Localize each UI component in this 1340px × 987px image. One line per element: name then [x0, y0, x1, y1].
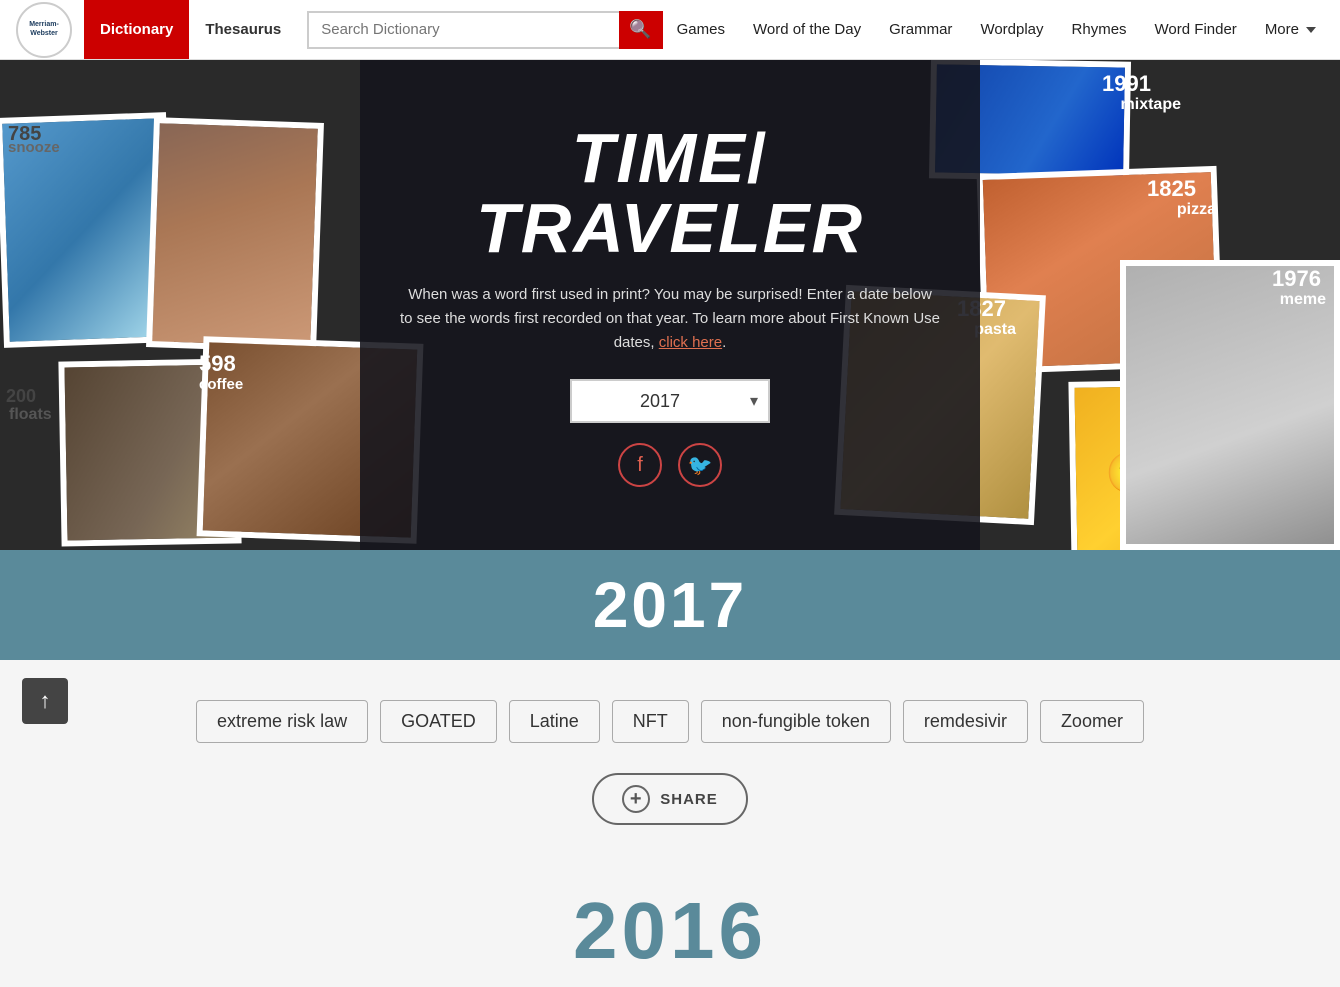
nav-link-wordplay[interactable]: Wordplay — [966, 0, 1057, 60]
nav-link-word-finder[interactable]: Word Finder — [1141, 0, 1251, 60]
hero-title: TIME/ TRAVELER — [476, 123, 864, 263]
share-plus-icon: + — [622, 785, 650, 813]
word-pill[interactable]: Latine — [509, 700, 600, 743]
logo-text-line1: Merriam- — [29, 21, 59, 29]
nav-link-games[interactable]: Games — [663, 0, 739, 60]
social-icons: f 🐦 — [618, 443, 722, 487]
share-label: SHARE — [660, 791, 718, 808]
twitter-icon: 🐦 — [688, 453, 713, 478]
hero-title-line1: TIME/ — [476, 123, 864, 193]
label-coffee: coffee — [195, 375, 247, 394]
navbar: Merriam- Webster Dictionary Thesaurus 🔍 … — [0, 0, 1340, 60]
year-teaser: 2016 — [0, 865, 1340, 987]
scroll-to-top-button[interactable]: ↑ — [22, 678, 68, 724]
label-floats: floats — [5, 405, 56, 425]
click-here-link[interactable]: click here — [659, 334, 722, 351]
label-meme: meme — [1276, 290, 1330, 310]
word-pills: extreme risk law GOATED Latine NFT non-f… — [196, 700, 1144, 743]
year-teaser-label: 2016 — [573, 886, 767, 975]
label-1825: 1825 — [1143, 175, 1200, 203]
word-pills-section: extreme risk law GOATED Latine NFT non-f… — [0, 660, 1340, 865]
tab-dictionary[interactable]: Dictionary — [84, 0, 189, 59]
logo-text-line2: Webster — [30, 30, 58, 38]
facebook-share-button[interactable]: f — [618, 443, 662, 487]
chevron-down-icon — [1306, 27, 1316, 33]
word-pill[interactable]: Zoomer — [1040, 700, 1144, 743]
label-snooze: snooze — [4, 138, 64, 157]
word-pill[interactable]: GOATED — [380, 700, 497, 743]
year-band-label: 2017 — [593, 569, 747, 641]
hero-center: TIME/ TRAVELER When was a word first use… — [360, 60, 980, 550]
word-pill[interactable]: NFT — [612, 700, 689, 743]
search-input[interactable] — [307, 11, 618, 49]
tab-thesaurus[interactable]: Thesaurus — [189, 0, 297, 59]
logo[interactable]: Merriam- Webster — [10, 0, 78, 60]
scroll-up-icon: ↑ — [40, 688, 51, 714]
year-band: 2017 — [0, 550, 1340, 660]
nav-link-rhymes[interactable]: Rhymes — [1058, 0, 1141, 60]
search-wrap: 🔍 — [307, 11, 662, 49]
label-mixtape: mixtape — [1117, 95, 1185, 115]
nav-link-grammar[interactable]: Grammar — [875, 0, 966, 60]
label-598: 598 — [195, 350, 240, 378]
year-select[interactable]: 2017 2016 2015 2014 2013 2012 2011 2010 … — [570, 379, 770, 423]
label-1991: 1991 — [1098, 70, 1155, 98]
facebook-icon: f — [637, 454, 643, 477]
word-pill[interactable]: non-fungible token — [701, 700, 891, 743]
hero-description: When was a word first used in print? You… — [400, 283, 940, 355]
photo-girl — [146, 117, 324, 353]
word-pill[interactable]: remdesivir — [903, 700, 1028, 743]
word-pill[interactable]: extreme risk law — [196, 700, 368, 743]
more-label: More — [1265, 21, 1299, 38]
label-1976: 1976 — [1268, 265, 1325, 293]
share-button[interactable]: + SHARE — [592, 773, 748, 825]
nav-link-more[interactable]: More — [1251, 0, 1330, 60]
search-button[interactable]: 🔍 — [619, 11, 663, 49]
logo-circle: Merriam- Webster — [16, 2, 72, 58]
nav-links: Games Word of the Day Grammar Wordplay R… — [663, 0, 1330, 60]
hero-section: 😮😍😂 785 snooze 200 floats 598 coffee 199… — [0, 60, 1340, 550]
year-select-wrap: 2017 2016 2015 2014 2013 2012 2011 2010 … — [570, 379, 770, 423]
hero-title-line2: TRAVELER — [476, 193, 864, 263]
twitter-share-button[interactable]: 🐦 — [678, 443, 722, 487]
label-pizza: pizza — [1173, 200, 1220, 220]
search-icon: 🔍 — [629, 19, 651, 40]
nav-tabs: Dictionary Thesaurus — [84, 0, 297, 59]
nav-link-word-of-the-day[interactable]: Word of the Day — [739, 0, 875, 60]
